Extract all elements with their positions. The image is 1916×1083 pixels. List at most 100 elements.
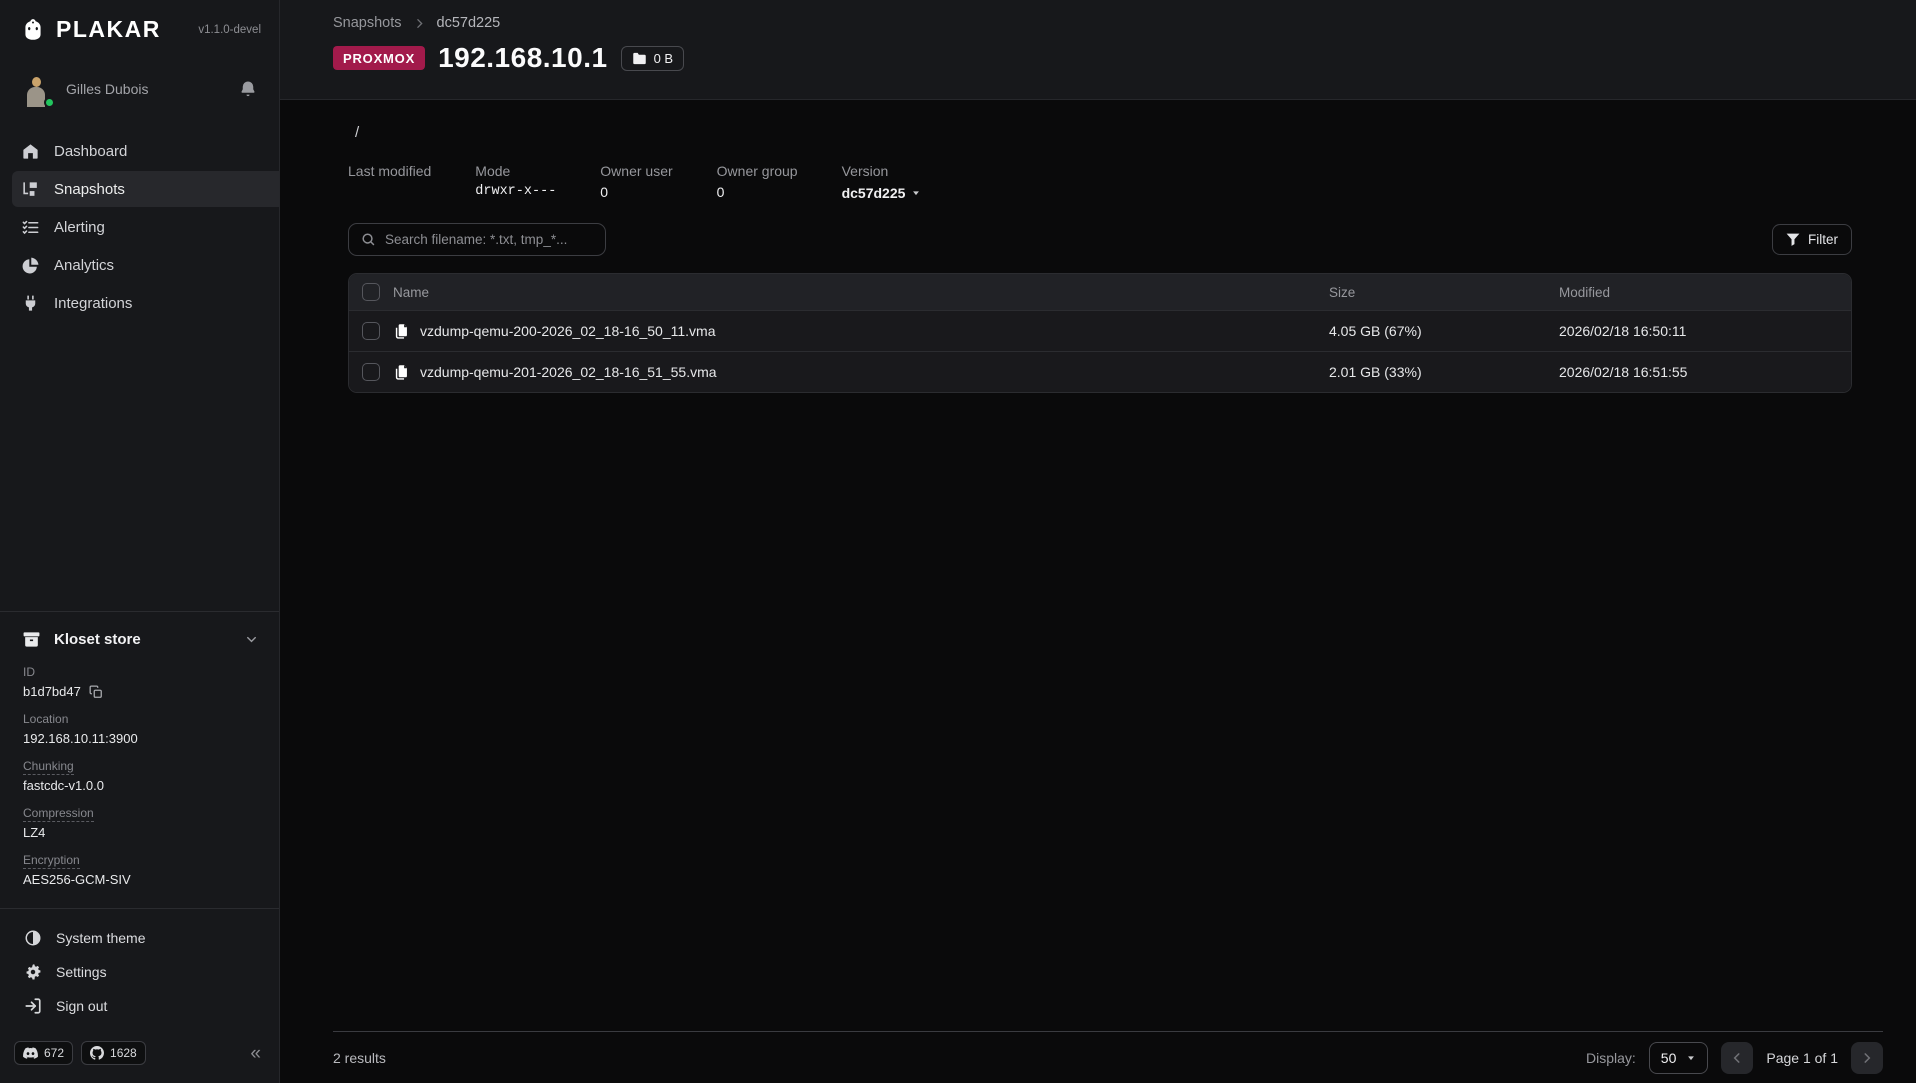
display-label: Display: (1586, 1050, 1636, 1066)
app-name: PLAKAR (56, 16, 161, 43)
column-header-modified[interactable]: Modified (1559, 285, 1851, 300)
file-size: 4.05 GB (67%) (1329, 323, 1559, 339)
total-size-chip: 0 B (621, 46, 685, 71)
sidebar-item-dashboard[interactable]: Dashboard (12, 133, 279, 169)
breadcrumb-snapshots[interactable]: Snapshots (333, 15, 402, 31)
pagination-footer: 2 results Display: 50 Page 1 of 1 (333, 1031, 1883, 1083)
table-row[interactable]: vzdump-qemu-201-2026_02_18-16_51_55.vma … (349, 351, 1851, 392)
collapse-sidebar-icon[interactable]: « (250, 1044, 261, 1063)
breadcrumb: Snapshots dc57d225 (333, 15, 1886, 31)
store-encryption-value: AES256-GCM-SIV (23, 872, 259, 887)
file-size: 2.01 GB (33%) (1329, 364, 1559, 380)
checklist-icon (21, 218, 40, 237)
file-icon (393, 323, 410, 340)
home-icon (21, 142, 40, 161)
meta-last-modified: Last modified (348, 163, 431, 201)
meta-owner-user: Owner user 0 (600, 163, 672, 201)
online-status-dot (44, 97, 55, 108)
search-input[interactable] (385, 232, 593, 247)
meta-owner-group: Owner group 0 (717, 163, 798, 201)
github-badge[interactable]: 1628 (81, 1041, 146, 1065)
caret-down-icon (1686, 1053, 1696, 1063)
search-box (348, 223, 606, 256)
store-field-compression: Compression LZ4 (22, 804, 259, 840)
chevron-down-icon[interactable] (244, 632, 259, 647)
theme-icon (24, 929, 42, 947)
file-name[interactable]: vzdump-qemu-201-2026_02_18-16_51_55.vma (420, 364, 717, 380)
main-area: Snapshots dc57d225 PROXMOX 192.168.10.1 … (280, 0, 1916, 1083)
github-count: 1628 (110, 1046, 137, 1060)
store-compression-value: LZ4 (23, 825, 259, 840)
file-modified: 2026/02/18 16:50:11 (1559, 323, 1851, 339)
discord-count: 672 (44, 1046, 64, 1060)
pie-chart-icon (21, 256, 40, 275)
file-table: Name Size Modified vzdump-qemu-200-2026_… (348, 273, 1852, 393)
select-all-checkbox[interactable] (362, 283, 380, 301)
community-badges-row: 672 1628 « (0, 1031, 279, 1083)
logo-row: PLAKAR v1.1.0-devel (0, 0, 279, 53)
sidebar-item-alerting[interactable]: Alerting (12, 209, 279, 245)
sidebar-item-label: Integrations (54, 295, 132, 312)
page-header: Snapshots dc57d225 PROXMOX 192.168.10.1 … (280, 0, 1916, 100)
search-filter-row: Filter (348, 223, 1852, 256)
main-nav: Dashboard Snapshots Alerting (0, 133, 279, 321)
kloset-store-panel: Kloset store ID b1d7bd47 Location 192.16… (0, 611, 279, 908)
metadata-row: Last modified Mode drwxr-x--- Owner user… (348, 163, 1852, 201)
sidebar-item-analytics[interactable]: Analytics (12, 247, 279, 283)
current-path: / (348, 124, 1852, 141)
row-checkbox[interactable] (362, 363, 380, 381)
page-size-select[interactable]: 50 (1649, 1042, 1709, 1074)
store-chunking-value: fastcdc-v1.0.0 (23, 778, 259, 793)
copy-icon[interactable] (89, 685, 103, 699)
gear-icon (24, 963, 42, 981)
sidebar-item-label: Alerting (54, 219, 105, 236)
folder-icon (632, 52, 647, 65)
discord-badge[interactable]: 672 (14, 1041, 73, 1065)
page-title: 192.168.10.1 (438, 42, 608, 74)
store-location-value: 192.168.10.11:3900 (23, 731, 259, 746)
sidebar-item-label: Analytics (54, 257, 114, 274)
sign-out-label: Sign out (56, 998, 107, 1014)
sidebar-bottom-menu: System theme Settings Sign out (0, 908, 279, 1031)
column-header-name[interactable]: Name (393, 285, 1329, 300)
sidebar-item-integrations[interactable]: Integrations (12, 285, 279, 321)
page-info: Page 1 of 1 (1766, 1050, 1838, 1066)
filter-funnel-icon (1786, 233, 1800, 246)
system-theme-toggle[interactable]: System theme (24, 921, 257, 955)
store-id-value: b1d7bd47 (23, 684, 81, 699)
content-area: / Last modified Mode drwxr-x--- Owner us… (280, 100, 1916, 1031)
store-field-location: Location 192.168.10.11:3900 (22, 710, 259, 746)
row-checkbox[interactable] (362, 322, 380, 340)
prev-page-button[interactable] (1721, 1042, 1753, 1074)
kloset-store-header[interactable]: Kloset store (22, 630, 259, 649)
avatar (18, 71, 54, 107)
settings-button[interactable]: Settings (24, 955, 257, 989)
filter-button[interactable]: Filter (1772, 224, 1852, 255)
version-dropdown[interactable]: dc57d225 (842, 184, 922, 201)
user-name: Gilles Dubois (66, 81, 148, 97)
file-modified: 2026/02/18 16:51:55 (1559, 364, 1851, 380)
sidebar-item-label: Dashboard (54, 143, 127, 160)
settings-label: Settings (56, 964, 107, 980)
column-header-size[interactable]: Size (1329, 285, 1559, 300)
breadcrumb-current: dc57d225 (437, 15, 501, 31)
title-row: PROXMOX 192.168.10.1 0 B (333, 42, 1886, 74)
github-icon (90, 1046, 104, 1060)
sign-out-icon (24, 997, 42, 1015)
sidebar-item-snapshots[interactable]: Snapshots (12, 171, 279, 207)
notifications-bell-icon[interactable] (239, 80, 257, 98)
discord-icon (23, 1047, 38, 1059)
file-name[interactable]: vzdump-qemu-200-2026_02_18-16_50_11.vma (420, 323, 716, 339)
plug-icon (21, 294, 40, 313)
next-page-button[interactable] (1851, 1042, 1883, 1074)
results-count: 2 results (333, 1050, 386, 1066)
meta-mode: Mode drwxr-x--- (475, 163, 556, 201)
table-header-row: Name Size Modified (349, 274, 1851, 310)
system-theme-label: System theme (56, 930, 145, 946)
sidebar: PLAKAR v1.1.0-devel Gilles Dubois Dashbo… (0, 0, 280, 1083)
table-row[interactable]: vzdump-qemu-200-2026_02_18-16_50_11.vma … (349, 310, 1851, 351)
total-size-value: 0 B (654, 51, 674, 66)
sign-out-button[interactable]: Sign out (24, 989, 257, 1023)
plakar-logo-icon (20, 17, 46, 43)
store-field-encryption: Encryption AES256-GCM-SIV (22, 851, 259, 887)
